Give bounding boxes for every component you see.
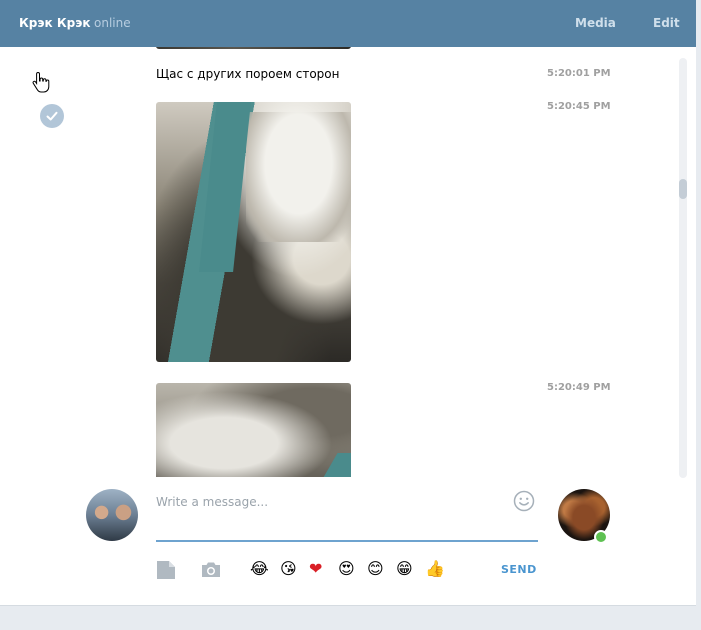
chat-header: Крэк Крэк online Media Edit [0,0,696,47]
photo-detail [246,112,351,242]
message-time: 5:20:01 PM [547,68,611,79]
hand-cursor-icon [32,71,50,93]
camera-icon[interactable] [201,560,221,580]
emoji-heart-button[interactable]: ❤ [309,559,322,579]
online-indicator [594,530,608,544]
emoji-kiss-button[interactable]: 😘 [280,559,297,579]
previous-photo[interactable] [156,47,351,49]
message-input[interactable] [156,490,506,514]
scrollbar-track[interactable] [679,58,687,478]
send-button[interactable]: SEND [501,563,537,576]
photo-detail [199,102,251,272]
peer-status: online [94,16,131,30]
smile-icon[interactable] [513,490,535,512]
message-history[interactable]: Щас с других пороем сторон 5:20:01 PM 5:… [0,47,696,477]
photo-detail [314,453,351,477]
check-circle-icon[interactable] [40,104,64,128]
message-text: Щас с других пороем сторон [156,67,340,81]
peer-name[interactable]: Крэк Крэк [19,16,91,30]
emoji-grin-button[interactable]: 😁 [396,559,413,579]
my-avatar[interactable] [86,489,138,541]
photo-message[interactable] [156,383,351,477]
emoji-joy-button[interactable]: 😂 [250,559,269,579]
file-icon[interactable] [156,560,176,580]
message-composer: 😂 😘 ❤ 😍 😊 😁 👍 SEND [0,477,696,605]
chat-window: Крэк Крэк online Media Edit Щас с других… [0,0,696,606]
input-underline [156,540,538,542]
message-time: 5:20:49 PM [547,382,611,393]
emoji-smile-button[interactable]: 😊 [367,559,384,579]
scrollbar-thumb[interactable] [679,179,687,199]
edit-button[interactable]: Edit [653,16,680,30]
photo-message[interactable] [156,102,351,362]
emoji-thumbs-up-button[interactable]: 👍 [425,559,445,579]
emoji-heart-eyes-button[interactable]: 😍 [338,559,355,579]
media-button[interactable]: Media [575,16,616,30]
message-time: 5:20:45 PM [547,101,611,112]
